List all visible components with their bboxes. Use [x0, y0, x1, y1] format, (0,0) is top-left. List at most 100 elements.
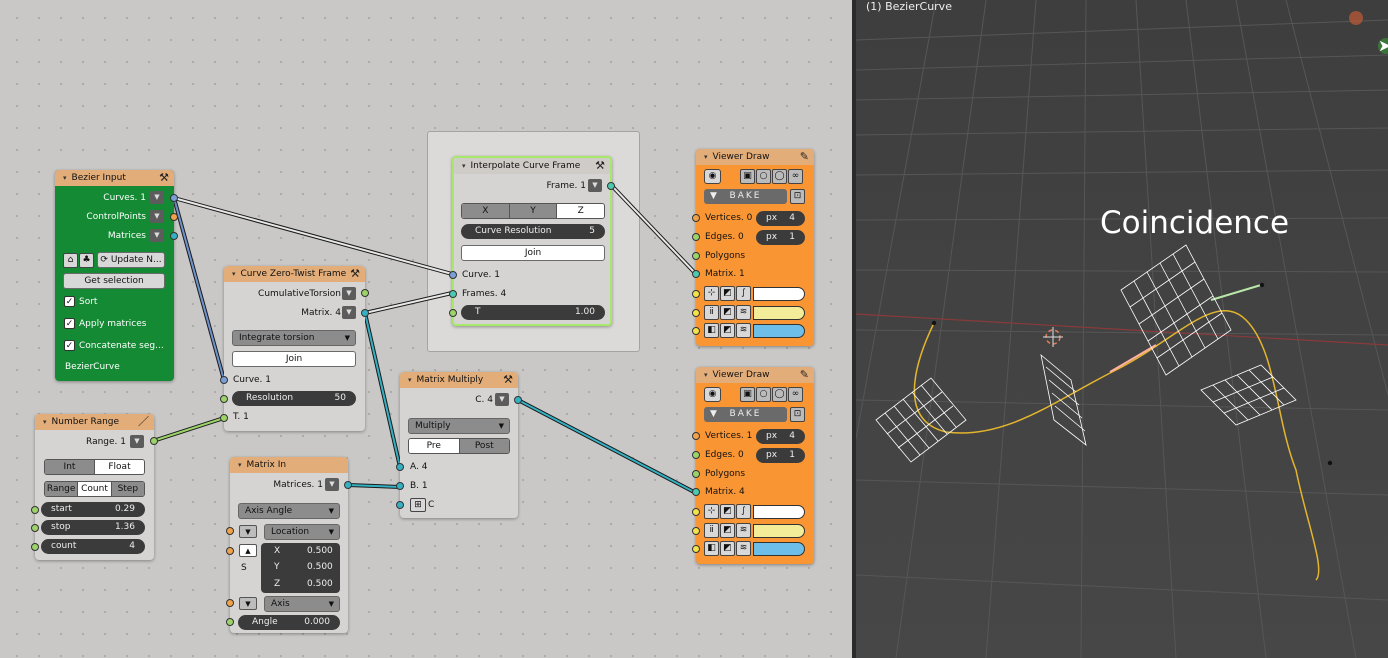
- node-editor[interactable]: ▾ Bezier Input ⚒ Curves. 1 ▼ ControlPoints…: [0, 0, 852, 658]
- face-color-swatch[interactable]: [753, 324, 805, 338]
- order-post-option[interactable]: Post: [459, 439, 509, 453]
- output-dropdown-icon[interactable]: ▼: [150, 191, 164, 204]
- output-dropdown-icon[interactable]: ▼: [150, 229, 164, 242]
- type-int-option[interactable]: Int: [45, 460, 95, 474]
- output-dropdown-icon[interactable]: ▼: [342, 287, 356, 300]
- socket-matrices-out[interactable]: [170, 232, 178, 240]
- type-toggle[interactable]: Int Float: [44, 459, 145, 475]
- node-header[interactable]: ▾ Viewer Draw ✎: [696, 367, 814, 383]
- pencil-icon[interactable]: ✎: [800, 150, 809, 164]
- pick-icon[interactable]: ⌂: [63, 253, 78, 268]
- edge-color-swatch[interactable]: [753, 524, 805, 538]
- socket-matrix-out[interactable]: [361, 309, 369, 317]
- output-dropdown-icon[interactable]: ▼: [342, 306, 356, 319]
- vertex-shader-icon[interactable]: ◩: [720, 286, 735, 301]
- mode-range-option[interactable]: Range: [45, 482, 79, 496]
- socket-angle-in[interactable]: [226, 618, 234, 626]
- socket-b-in[interactable]: [396, 482, 404, 490]
- resolution-field[interactable]: Resolution 50: [232, 391, 356, 406]
- get-selection-button[interactable]: Get selection: [63, 273, 165, 289]
- 3d-viewport[interactable]: (1) BezierCurve Coincidence ➤: [856, 0, 1388, 658]
- vertex-shader-icon[interactable]: ◩: [720, 504, 735, 519]
- bake-button[interactable]: ▼ BAKE: [704, 407, 787, 422]
- socket-polygons-in[interactable]: [692, 252, 700, 260]
- location-dropdown-icon[interactable]: ▼: [239, 525, 257, 538]
- node-header[interactable]: ▾ Bezier Input ⚒: [55, 170, 174, 186]
- face-style-icon[interactable]: ≋: [736, 541, 751, 556]
- axis-toggle[interactable]: X Y Z: [461, 203, 605, 219]
- wrench-icon[interactable]: ⚒: [503, 373, 513, 387]
- socket-t-in[interactable]: [220, 414, 228, 422]
- socket-matrix-in[interactable]: [692, 488, 700, 496]
- object-icon[interactable]: ♣: [79, 253, 94, 268]
- sphere-icon[interactable]: ○: [756, 387, 771, 402]
- face-shader-icon[interactable]: ◩: [720, 541, 735, 556]
- node-matrix-multiply[interactable]: ▾ Matrix Multiply ⚒ C. 4 ▼ Multiply ▼ Pre P…: [396, 372, 522, 518]
- vertex-color-swatch[interactable]: [753, 505, 805, 519]
- vertex-color-swatch[interactable]: [753, 287, 805, 301]
- node-header[interactable]: ▾ Interpolate Curve Frame ⚒: [454, 158, 610, 174]
- sort-checkbox[interactable]: ✓ Sort: [64, 296, 97, 308]
- center-icon[interactable]: ⊡: [790, 407, 805, 422]
- edge-shader-icon[interactable]: ◩: [720, 523, 735, 538]
- node-header[interactable]: ▾ Curve Zero-Twist Frame ⚒: [224, 266, 365, 282]
- bake-button[interactable]: ▼ BAKE: [704, 189, 787, 204]
- order-toggle[interactable]: Pre Post: [408, 438, 510, 454]
- socket-vcolor-in[interactable]: [692, 508, 700, 516]
- node-header[interactable]: ▾ Number Range ／: [35, 414, 154, 430]
- mode-count-option[interactable]: Count: [78, 482, 112, 496]
- edge-style-icon[interactable]: ≋: [736, 305, 751, 320]
- face-shader-icon[interactable]: ◩: [720, 323, 735, 338]
- socket-curve-in[interactable]: [220, 376, 228, 384]
- socket-t-in[interactable]: [449, 309, 457, 317]
- axis-z-option[interactable]: Z: [557, 204, 604, 218]
- socket-stop-in[interactable]: [31, 524, 39, 532]
- edit-icon[interactable]: ／: [138, 415, 149, 429]
- socket-fcolor-in[interactable]: [692, 327, 700, 335]
- socket-torsion-out[interactable]: [361, 289, 369, 297]
- mode-select[interactable]: Axis Angle ▼: [238, 503, 340, 519]
- socket-vertices-in[interactable]: [692, 214, 700, 222]
- eye-icon[interactable]: ◉: [704, 169, 721, 184]
- edge-mode-icon[interactable]: ⅱ: [704, 523, 719, 538]
- operation-select[interactable]: Multiply ▼: [408, 418, 510, 434]
- angle-field[interactable]: Angle 0.000: [238, 615, 340, 630]
- socket-edges-in[interactable]: [692, 451, 700, 459]
- wrench-icon[interactable]: ⚒: [595, 159, 605, 173]
- socket-curve-in[interactable]: [449, 271, 457, 279]
- axis-dropdown-icon[interactable]: ▼: [239, 597, 257, 610]
- socket-c-in[interactable]: [396, 501, 404, 509]
- socket-edges-in[interactable]: [692, 233, 700, 241]
- vector-y-value[interactable]: 0.500: [307, 562, 333, 572]
- vertex-mode-icon[interactable]: ⊹: [704, 504, 719, 519]
- collapse-icon[interactable]: ▾: [43, 414, 47, 430]
- collapse-icon[interactable]: ▾: [462, 158, 466, 174]
- collapse-icon[interactable]: ▾: [704, 149, 708, 165]
- socket-location-in[interactable]: [226, 527, 234, 535]
- apply-matrices-checkbox[interactable]: ✓ Apply matrices: [64, 318, 146, 330]
- curve-resolution-field[interactable]: Curve Resolution 5: [461, 224, 605, 239]
- integration-mode-select[interactable]: Integrate torsion ▼: [232, 330, 356, 346]
- socket-c-out[interactable]: [514, 396, 522, 404]
- vertex-size-field[interactable]: px 4: [756, 429, 805, 444]
- socket-start-in[interactable]: [31, 506, 39, 514]
- axis-y-option[interactable]: Y: [509, 204, 558, 218]
- socket-resolution-in[interactable]: [220, 395, 228, 403]
- cube-icon[interactable]: ▣: [740, 169, 755, 184]
- node-viewer-draw-1[interactable]: ▾ Viewer Draw ✎ ◉ ▣ ○ ◯ ∞ ▼ BAKE ⊡ Vertices…: [692, 149, 814, 346]
- order-pre-option[interactable]: Pre: [409, 439, 460, 453]
- socket-frame-out[interactable]: [607, 182, 615, 190]
- node-interpolate-curve-frame[interactable]: ▾ Interpolate Curve Frame ⚒ Frame. 1 ▼ X Y…: [449, 156, 615, 326]
- vertex-mode-icon[interactable]: ⊹: [704, 286, 719, 301]
- socket-scale-in[interactable]: [226, 547, 234, 555]
- edge-mode-icon[interactable]: ⅱ: [704, 305, 719, 320]
- socket-a-in[interactable]: [396, 463, 404, 471]
- vertex-size-field[interactable]: px 4: [756, 211, 805, 226]
- node-number-range[interactable]: ▾ Number Range ／ Range. 1 ▼ Int Float Rang…: [31, 414, 158, 560]
- node-viewer-draw-2[interactable]: ▾ Viewer Draw ✎ ◉ ▣ ○ ◯ ∞ ▼ BAKE ⊡ Vertices…: [692, 367, 814, 564]
- wrench-icon[interactable]: ⚒: [159, 171, 169, 185]
- stop-field[interactable]: stop 1.36: [41, 520, 145, 535]
- collapse-icon[interactable]: ▾: [238, 457, 242, 473]
- socket-matrices-out[interactable]: [344, 481, 352, 489]
- face-mode-icon[interactable]: ◧: [704, 541, 719, 556]
